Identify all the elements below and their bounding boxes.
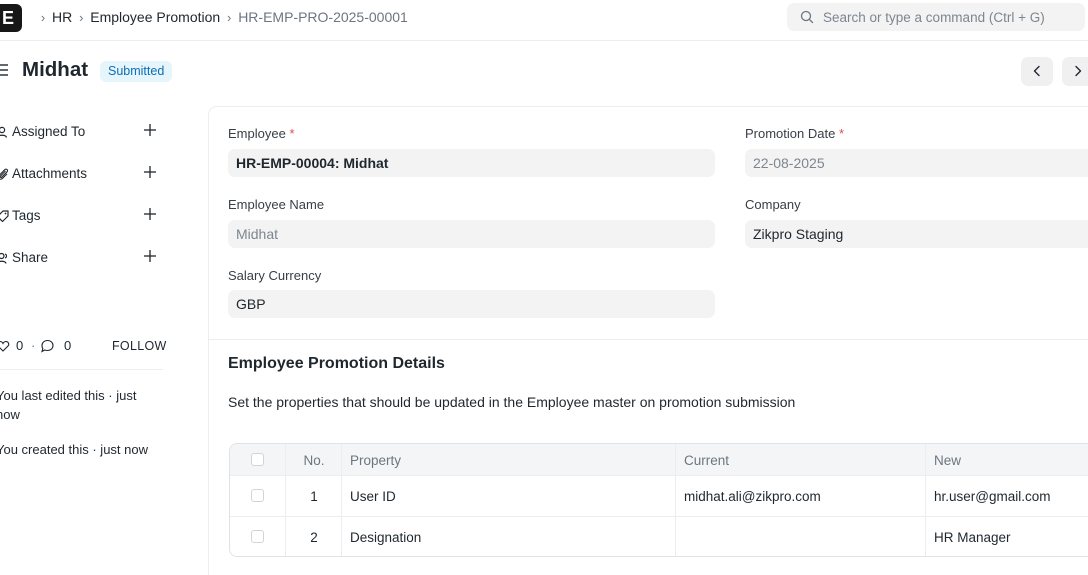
status-badge: Submitted	[100, 61, 173, 82]
select-all-cell	[230, 444, 286, 475]
separator-dot: ·	[31, 338, 36, 353]
new-cell[interactable]: HR Manager	[926, 517, 1088, 556]
sidebar-item-label: Assigned To	[12, 124, 86, 139]
comment-count: 0	[64, 338, 72, 353]
row-select-cell	[230, 517, 286, 556]
follow-button[interactable]: FOLLOW	[112, 339, 167, 353]
employee-label-text: Employee	[228, 126, 286, 141]
column-header-label: Property	[350, 453, 402, 468]
sidebar-item-tags[interactable]: Tags	[0, 205, 164, 229]
previous-doc-button[interactable]	[1021, 57, 1053, 86]
paperclip-icon	[0, 168, 9, 180]
current-cell[interactable]	[676, 517, 926, 556]
plus-icon[interactable]	[142, 164, 158, 180]
property-cell[interactable]: Designation	[342, 517, 676, 556]
employee-name-field[interactable]: Midhat	[228, 220, 715, 248]
required-mark: *	[289, 126, 295, 141]
like-count: 0	[16, 338, 24, 353]
next-doc-button[interactable]	[1062, 57, 1088, 86]
chevron-left-icon	[1033, 65, 1040, 77]
salary-currency-field[interactable]: GBP	[228, 290, 715, 318]
required-mark: *	[838, 126, 845, 141]
row-number: 1	[310, 489, 318, 504]
app-logo[interactable]: E	[0, 4, 22, 32]
plus-icon[interactable]	[142, 122, 158, 138]
page-title: Midhat	[22, 58, 89, 81]
plus-icon[interactable]	[142, 248, 158, 264]
column-header-label: No.	[303, 453, 325, 468]
current-value: midhat.ali@zikpro.com	[684, 489, 821, 504]
chevron-right-icon: ›	[79, 9, 84, 25]
salary-currency-label: Salary Currency	[228, 268, 322, 283]
promotion-date-field[interactable]: 22-08-2025	[745, 149, 1088, 177]
column-header-new: New	[926, 444, 1088, 475]
assign-icon	[0, 126, 8, 138]
search-bar[interactable]	[787, 3, 1085, 31]
breadcrumb: › HR › Employee Promotion › HR-EMP-PRO-2…	[34, 9, 408, 25]
property-value: Designation	[350, 530, 422, 545]
new-value: HR Manager	[934, 530, 1011, 545]
promotion-details-table: No. Property Current New 1 User ID midha…	[229, 443, 1088, 557]
row-number-cell: 1	[286, 476, 342, 516]
sidebar-item-label: Tags	[12, 208, 41, 223]
promotion-date-label-text: Promotion Date	[745, 126, 836, 141]
employee-field[interactable]: HR-EMP-00004: Midhat	[228, 149, 715, 177]
property-cell[interactable]: User ID	[342, 476, 676, 516]
tag-icon	[0, 210, 9, 223]
breadcrumb-hr[interactable]: HR	[52, 9, 72, 25]
activity-created: You created this · just now	[0, 442, 148, 457]
plus-icon[interactable]	[142, 206, 158, 222]
row-checkbox[interactable]	[251, 489, 264, 502]
sidebar-item-share[interactable]: Share	[0, 247, 164, 271]
column-header-no: No.	[286, 444, 342, 475]
top-navbar: E › HR › Employee Promotion › HR-EMP-PRO…	[0, 0, 1088, 41]
sidebar-item-assigned-to[interactable]: Assigned To	[0, 121, 164, 145]
chevron-right-icon	[1075, 65, 1082, 77]
company-field[interactable]: Zikpro Staging	[745, 220, 1088, 248]
section-divider	[209, 339, 1088, 340]
sidebar-item-attachments[interactable]: Attachments	[0, 163, 164, 187]
search-input[interactable]	[823, 3, 1078, 31]
select-all-checkbox[interactable]	[251, 453, 264, 466]
row-select-cell	[230, 476, 286, 516]
row-checkbox[interactable]	[251, 530, 264, 543]
current-cell[interactable]: midhat.ali@zikpro.com	[676, 476, 926, 516]
column-header-label: New	[934, 453, 962, 468]
column-header-label: Current	[684, 453, 730, 468]
table-row[interactable]: 2 Designation HR Manager	[230, 517, 1088, 556]
company-label: Company	[745, 197, 801, 212]
section-description: Set the properties that should be update…	[228, 394, 796, 410]
row-number-cell: 2	[286, 517, 342, 556]
property-value: User ID	[350, 489, 396, 504]
search-icon	[800, 10, 814, 24]
table-row[interactable]: 1 User ID midhat.ali@zikpro.com hr.user@…	[230, 476, 1088, 517]
chevron-right-icon: ›	[40, 9, 46, 25]
sidebar-toggle-icon[interactable]	[0, 63, 8, 77]
activity-last-edited: You last edited this · just now	[0, 388, 137, 422]
column-header-property: Property	[342, 444, 676, 475]
new-cell[interactable]: hr.user@gmail.com	[926, 476, 1088, 516]
table-header-row: No. Property Current New	[230, 444, 1088, 476]
promotion-date-label: Promotion Date *	[745, 126, 844, 141]
row-number: 2	[310, 530, 318, 545]
sidebar-item-label: Share	[12, 250, 49, 265]
breadcrumb-current-doc[interactable]: HR-EMP-PRO-2025-00001	[238, 9, 408, 25]
breadcrumb-employee-promotion[interactable]: Employee Promotion	[90, 9, 220, 25]
employee-label: Employee *	[228, 126, 295, 141]
share-icon	[0, 252, 8, 264]
chevron-right-icon: ›	[227, 9, 232, 25]
employee-name-label: Employee Name	[228, 197, 325, 212]
section-title: Employee Promotion Details	[228, 355, 445, 372]
sidebar-divider	[0, 369, 163, 370]
sidebar-item-label: Attachments	[12, 166, 88, 181]
comment-icon[interactable]	[40, 339, 55, 353]
new-value: hr.user@gmail.com	[934, 489, 1051, 504]
column-header-current: Current	[676, 444, 926, 475]
heart-icon[interactable]	[0, 339, 10, 353]
